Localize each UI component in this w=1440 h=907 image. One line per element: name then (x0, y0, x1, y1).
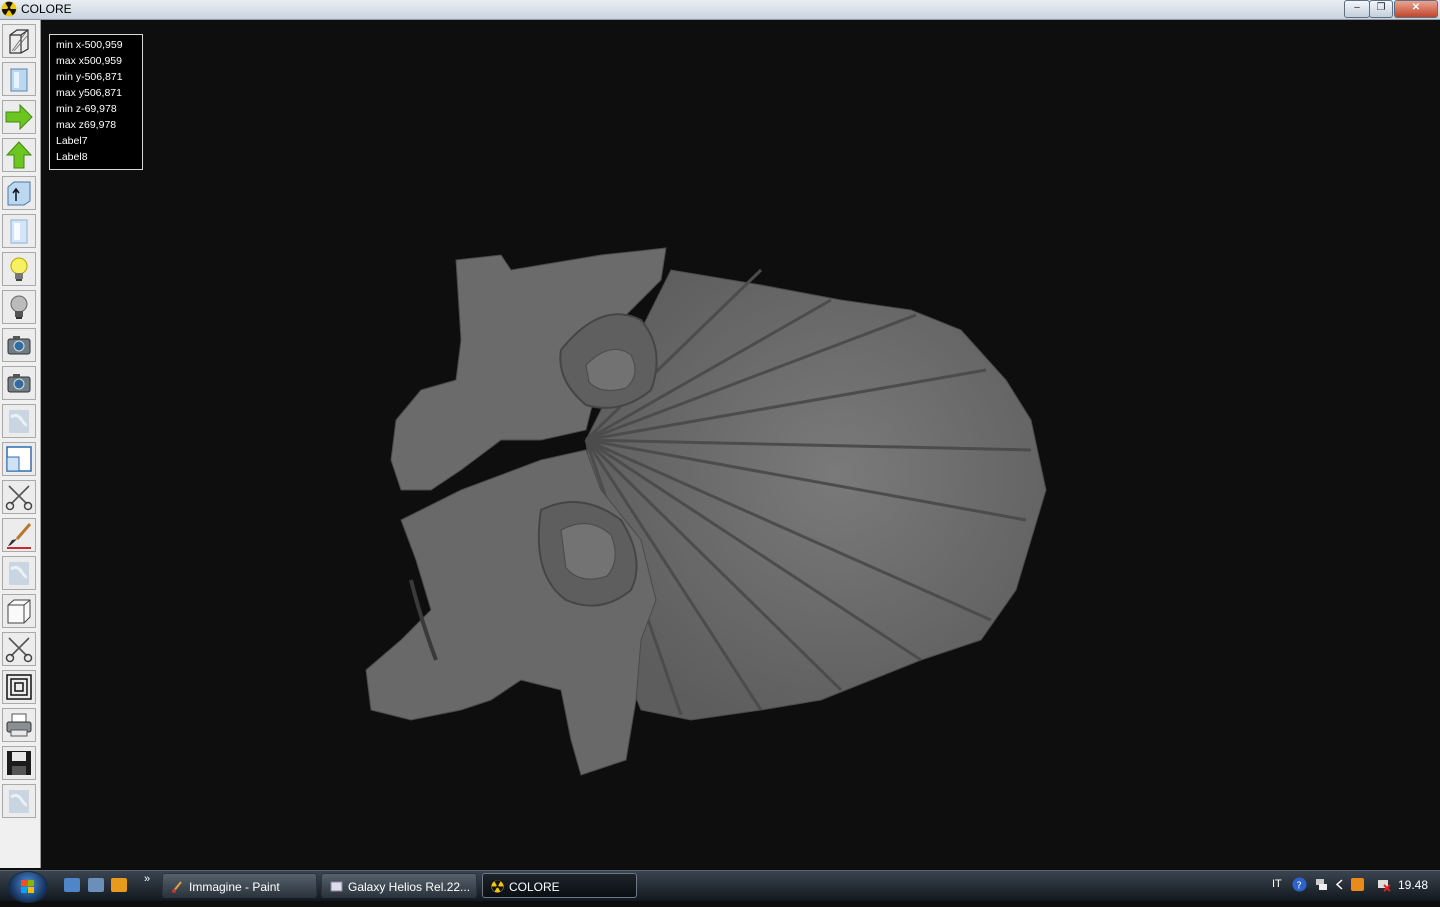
task-colore[interactable]: COLORE (482, 873, 637, 898)
texture-3-button[interactable] (2, 784, 36, 818)
paint-icon (172, 881, 182, 893)
lightbulb-off-icon (10, 295, 28, 319)
switch-windows-icon[interactable] (88, 878, 104, 892)
task-paint-label: Immagine - Paint (189, 880, 280, 894)
arrow-up-icon (5, 141, 33, 169)
texture-2-button[interactable] (2, 556, 36, 590)
3d-viewport[interactable]: min x-500,959 max x500,959 min y-506,871… (41, 20, 1440, 868)
arrow-right-icon (5, 103, 33, 131)
viewport-split-button[interactable] (2, 442, 36, 476)
marble-shell-model (365, 247, 1047, 776)
tool-palette (0, 20, 41, 868)
printer-icon (6, 713, 32, 737)
maximize-button[interactable]: ❐ (1369, 0, 1393, 18)
solid-box-icon (10, 68, 28, 92)
connection-status-icon[interactable] (1376, 877, 1391, 892)
light-on-button[interactable] (2, 252, 36, 286)
cube-icon (7, 599, 31, 624)
camera-1-button[interactable] (2, 328, 36, 362)
label7: Label7 (56, 135, 88, 147)
clock[interactable]: 19.48 (1398, 878, 1428, 892)
contour-lines-button[interactable] (2, 670, 36, 704)
solid-view-button[interactable] (2, 62, 36, 96)
minimize-button[interactable]: – (1344, 0, 1370, 18)
task-colore-label: COLORE (509, 880, 560, 894)
wireframe-view-button[interactable] (2, 24, 36, 58)
marble-texture-icon (9, 410, 29, 433)
tray-expand-icon[interactable] (1332, 877, 1347, 892)
help-icon[interactable]: ? (1292, 877, 1307, 892)
task-galaxy-helios-label: Galaxy Helios Rel.22... (348, 880, 471, 894)
quick-launch-more-button[interactable]: » (144, 873, 150, 885)
split-view-icon (6, 446, 32, 472)
concentric-squares-icon (6, 674, 32, 700)
windows-logo-icon (21, 880, 34, 893)
radiation-app-icon (1, 1, 17, 17)
save-button[interactable] (2, 746, 36, 780)
paint-brush-button[interactable] (2, 518, 36, 552)
scissors-icon (5, 637, 33, 663)
light-box-icon (10, 219, 28, 244)
min-x-label: min x-500,959 (56, 39, 123, 51)
rotate-right-button[interactable] (2, 100, 36, 134)
marble-texture-icon (9, 562, 29, 585)
min-z-label: min z-69,978 (56, 103, 117, 115)
svg-text:?: ? (1297, 881, 1302, 892)
language-indicator[interactable]: IT (1272, 878, 1282, 890)
max-z-label: max z69,978 (56, 119, 117, 131)
task-paint[interactable]: Immagine - Paint (162, 873, 317, 898)
window-title: COLORE (21, 2, 72, 16)
task-galaxy-helios[interactable]: Galaxy Helios Rel.22... (321, 873, 477, 898)
floppy-disk-icon (7, 751, 31, 775)
max-x-label: max x500,959 (56, 55, 122, 67)
camera-2-button[interactable] (2, 366, 36, 400)
texture-1-button[interactable] (2, 404, 36, 438)
print-button[interactable] (2, 708, 36, 742)
scissors-icon (5, 485, 33, 511)
box-axis-icon (7, 181, 31, 206)
radiation-app-icon (491, 880, 504, 893)
rotate-up-button[interactable] (2, 138, 36, 172)
wireframe-icon (9, 29, 29, 54)
bounding-box-info-panel: min x-500,959 max x500,959 min y-506,871… (49, 34, 143, 170)
close-button[interactable]: ✕ (1394, 0, 1438, 18)
max-y-label: max y506,871 (56, 87, 122, 99)
show-desktop-icon[interactable] (64, 878, 80, 892)
document-icon (330, 881, 343, 892)
camera-icon (7, 374, 31, 393)
axis-up-button[interactable] (2, 176, 36, 210)
marble-texture-icon (9, 790, 29, 813)
start-button[interactable] (8, 871, 48, 903)
window-titlebar[interactable]: COLORE – ❐ ✕ (0, 0, 1440, 20)
cut-2-button[interactable] (2, 632, 36, 666)
min-y-label: min y-506,871 (56, 71, 123, 83)
camera-icon (7, 336, 31, 355)
cube-button[interactable] (2, 594, 36, 628)
label8: Label8 (56, 151, 88, 163)
network-icon[interactable] (1314, 877, 1329, 892)
taskbar: » Immagine - Paint Galaxy Helios Rel.22.… (0, 870, 1440, 903)
cut-1-button[interactable] (2, 480, 36, 514)
light-box-button[interactable] (2, 214, 36, 248)
paint-brush-icon (7, 523, 32, 549)
lightbulb-on-icon (10, 257, 28, 281)
light-off-button[interactable] (2, 290, 36, 324)
security-icon[interactable] (1350, 877, 1365, 892)
media-player-icon[interactable] (111, 878, 127, 892)
